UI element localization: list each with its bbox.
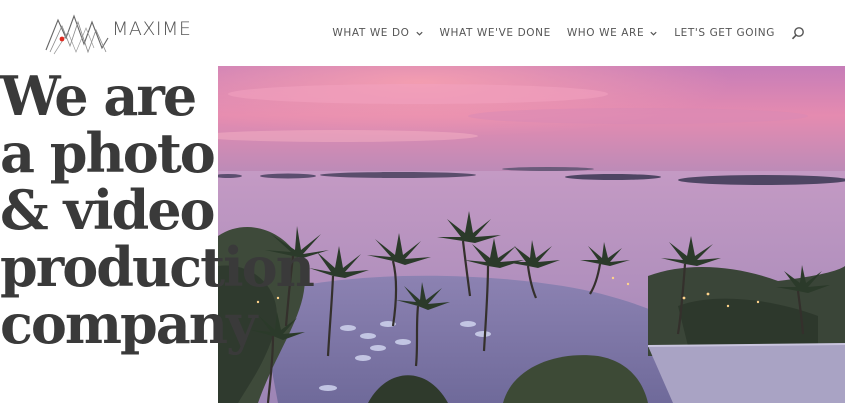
nav-item-what-weve-done[interactable]: WHAT WE'VE DONE xyxy=(440,24,551,42)
headline-line: We are xyxy=(0,64,197,128)
headline-line: company xyxy=(0,292,257,356)
nav-item-label: WHAT WE DO xyxy=(332,27,410,39)
headline-line: a photo xyxy=(0,121,216,185)
site-logo[interactable]: MAXIME xyxy=(44,8,191,56)
chevron-down-icon xyxy=(650,31,657,36)
nav-item-who-we-are[interactable]: WHO WE ARE xyxy=(567,24,658,42)
nav-item-label: WHO WE ARE xyxy=(566,27,645,39)
brand-name: MAXIME xyxy=(112,18,192,40)
search-button[interactable] xyxy=(791,26,805,40)
nav-item-what-we-do[interactable]: WHAT WE DO xyxy=(332,24,423,42)
headline-line: & video xyxy=(0,178,216,242)
nav-item-lets-get-going[interactable]: LET'S GET GOING xyxy=(674,24,775,42)
hero-headline: We are a photo & video production compan… xyxy=(0,64,315,356)
chevron-down-icon xyxy=(415,31,423,36)
main-nav: WHAT WE DO WHAT WE'VE DONE WHO WE ARE LE… xyxy=(332,24,805,42)
nav-item-label: LET'S GET GOING xyxy=(674,27,775,39)
search-icon xyxy=(791,27,804,40)
headline-line: production xyxy=(0,235,315,299)
nav-item-label: WHAT WE'VE DONE xyxy=(439,27,551,39)
mountain-peaks-logo-icon xyxy=(45,14,109,55)
